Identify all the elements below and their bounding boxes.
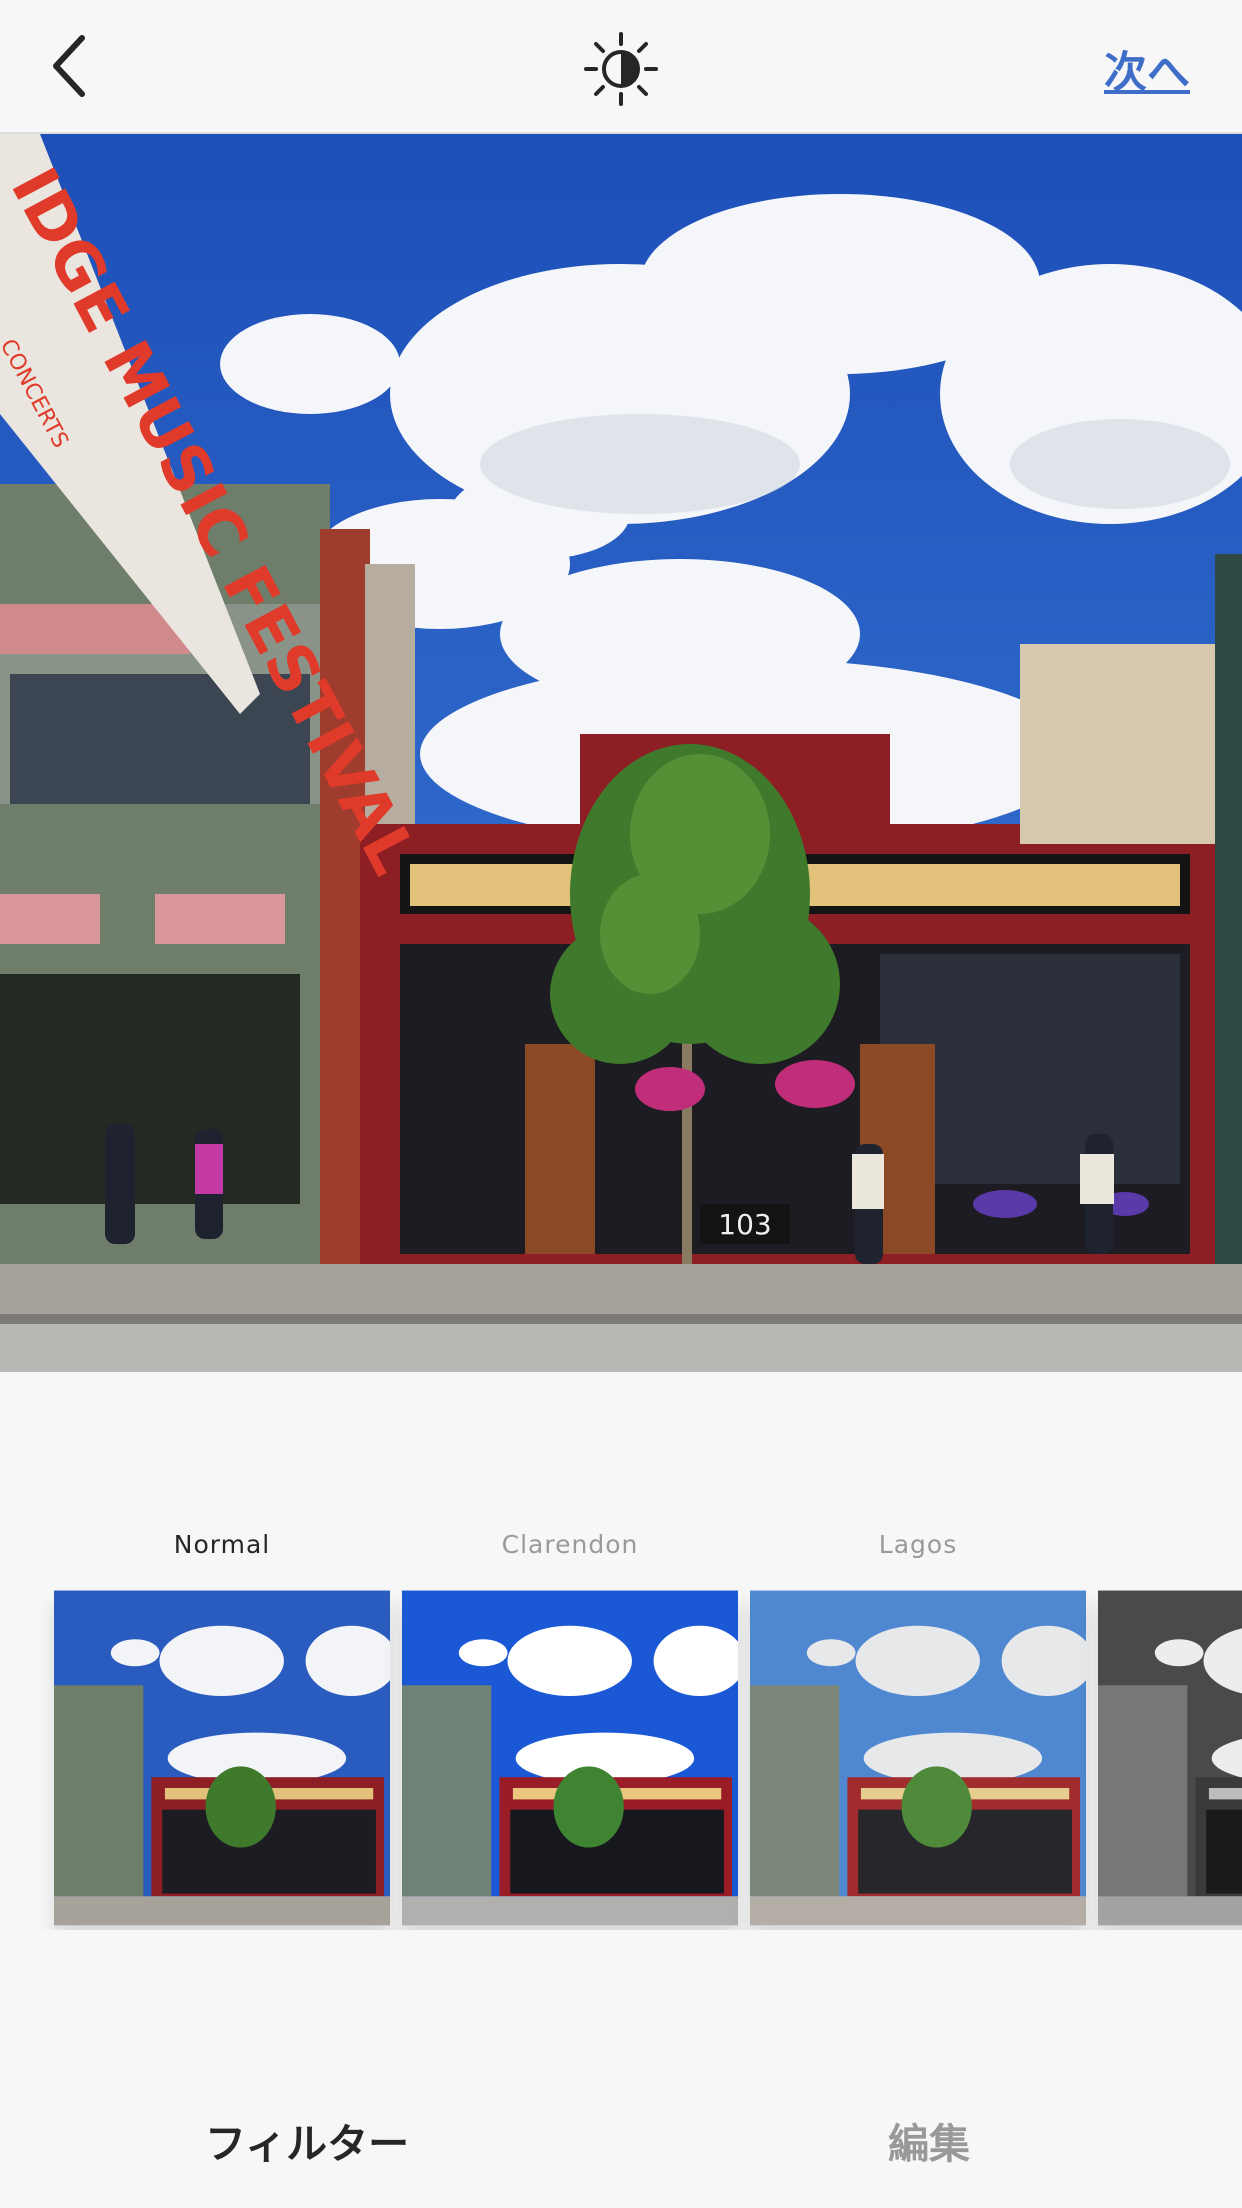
filter-thumb-normal[interactable] bbox=[54, 1590, 390, 1926]
filter-thumbnails bbox=[0, 1590, 1242, 1930]
filter-label-normal: Normal bbox=[173, 1530, 271, 1559]
filter-labels: Normal Clarendon Lagos M bbox=[0, 1530, 1242, 1570]
next-button[interactable]: 次へ bbox=[1104, 38, 1190, 100]
tab-edit[interactable]: 編集 bbox=[888, 2110, 970, 2170]
top-bar: 次へ bbox=[0, 0, 1242, 134]
filter-label-clarendon: Clarendon bbox=[501, 1530, 639, 1559]
filter-thumb-clarendon[interactable] bbox=[402, 1590, 738, 1926]
lux-brightness-icon bbox=[584, 32, 658, 106]
filter-thumb-partial[interactable] bbox=[1098, 1590, 1242, 1926]
back-button[interactable] bbox=[38, 30, 108, 102]
lux-adjust-button[interactable] bbox=[582, 30, 660, 108]
photo-preview: 103 IDGE MUSIC FESTIVAL CONCERTS bbox=[0, 134, 1242, 1372]
filter-label-partial: M bbox=[1098, 1530, 1242, 1559]
storefront-number: 103 bbox=[718, 1208, 771, 1241]
filter-thumb-lagos[interactable] bbox=[750, 1590, 1086, 1926]
tab-filter[interactable]: フィルター bbox=[205, 2110, 409, 2170]
bottom-tabs: フィルター 編集 bbox=[0, 2110, 1242, 2180]
chevron-left-icon bbox=[53, 35, 85, 97]
filter-label-lagos: Lagos bbox=[878, 1530, 958, 1559]
